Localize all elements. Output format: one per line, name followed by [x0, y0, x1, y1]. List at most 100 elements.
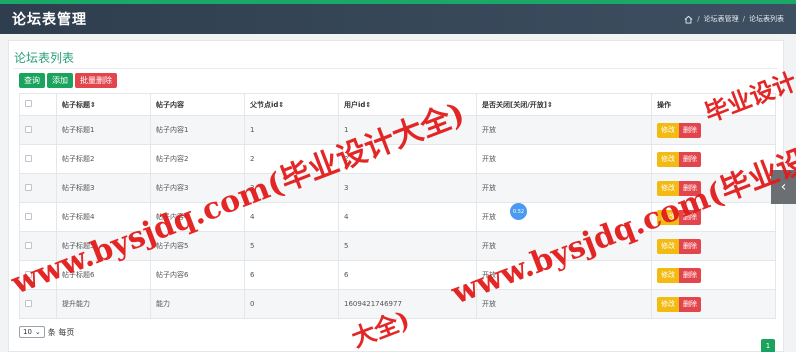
table-cell: 开放 — [476, 144, 652, 174]
row-checkbox[interactable] — [25, 154, 32, 162]
home-icon[interactable] — [684, 15, 693, 24]
row-checkbox[interactable] — [25, 212, 32, 220]
edit-button[interactable]: 修改 — [657, 238, 679, 254]
page-number-button[interactable]: 1 — [761, 339, 775, 352]
row-checkbox[interactable] — [25, 299, 32, 307]
actions-cell: 修改 删除 — [651, 231, 776, 261]
select-all-cell[interactable] — [19, 93, 57, 116]
query-button[interactable]: 查询 — [19, 73, 45, 88]
edit-button[interactable]: 修改 — [657, 209, 679, 225]
row-select-cell[interactable] — [19, 115, 57, 145]
forum-table: 帖子标题⇕ 帖子内容 父节点id⇕ 用户id⇕ 是否关闭[关闭/开放]⇕ 操作 … — [19, 93, 776, 319]
breadcrumb-separator: / — [742, 15, 745, 23]
edit-button[interactable]: 修改 — [657, 296, 679, 312]
table-row: 提升能力 能力 0 1609421746977 开放 修改 删除 — [19, 289, 776, 319]
table-row: 帖子标题5 帖子内容5 5 5 开放 修改 删除 — [19, 231, 776, 261]
row-select-cell[interactable] — [19, 173, 57, 203]
table-cell: 4 — [244, 202, 339, 232]
table-cell: 0 — [244, 289, 339, 319]
table-cell: 帖子内容5 — [150, 231, 245, 261]
add-button[interactable]: 添加 — [47, 73, 73, 88]
breadcrumb-item: 论坛表列表 — [749, 15, 784, 23]
column-header[interactable]: 是否关闭[关闭/开放]⇕ — [476, 93, 652, 116]
chevron-down-icon: ⌄ — [34, 328, 41, 336]
table-header-row: 帖子标题⇕ 帖子内容 父节点id⇕ 用户id⇕ 是否关闭[关闭/开放]⇕ 操作 — [19, 93, 776, 116]
edit-button[interactable]: 修改 — [657, 267, 679, 283]
table-cell: 5 — [338, 231, 477, 261]
delete-button[interactable]: 删除 — [679, 267, 701, 283]
row-select-cell[interactable] — [19, 202, 57, 232]
divider — [14, 68, 778, 69]
table-row: 帖子标题4 帖子内容4 4 4 开放 修改 删除 — [19, 202, 776, 232]
select-all-checkbox[interactable] — [25, 100, 32, 107]
actions-cell: 修改 删除 — [651, 260, 776, 290]
batch-delete-button[interactable]: 批量删除 — [75, 73, 117, 88]
side-collapse-tab[interactable]: ‹ — [771, 170, 796, 204]
actions-cell: 修改 删除 — [651, 202, 776, 232]
table-cell: 帖子内容6 — [150, 260, 245, 290]
page-title: 论坛表管理 — [12, 12, 87, 28]
table-cell: 开放 — [476, 115, 652, 145]
row-checkbox[interactable] — [25, 241, 32, 249]
breadcrumb-separator: / — [697, 15, 700, 23]
row-select-cell[interactable] — [19, 260, 57, 290]
column-header[interactable]: 帖子标题⇕ — [56, 93, 151, 116]
table-row: 帖子标题1 帖子内容1 1 1 开放 修改 删除 — [19, 115, 776, 145]
table-cell: 6 — [338, 260, 477, 290]
table-cell: 3 — [338, 173, 477, 203]
table-cell: 帖子内容3 — [150, 173, 245, 203]
row-select-cell[interactable] — [19, 231, 57, 261]
table-row: 帖子标题3 帖子内容3 3 3 开放 修改 删除 — [19, 173, 776, 203]
table-cell: 5 — [244, 231, 339, 261]
delete-button[interactable]: 删除 — [679, 122, 701, 138]
table-cell: 帖子标题3 — [56, 173, 151, 203]
row-checkbox[interactable] — [25, 125, 32, 133]
table-cell: 开放 — [476, 231, 652, 261]
chevron-left-icon: ‹ — [780, 179, 787, 195]
table-cell: 开放 — [476, 289, 652, 319]
delete-button[interactable]: 删除 — [679, 238, 701, 254]
actions-cell: 修改 删除 — [651, 115, 776, 145]
page-header: 论坛表管理 / 论坛表管理 / 论坛表列表 — [0, 4, 796, 34]
table-cell: 3 — [244, 173, 339, 203]
row-checkbox[interactable] — [25, 183, 32, 191]
row-select-cell[interactable] — [19, 144, 57, 174]
table-cell: 提升能力 — [56, 289, 151, 319]
delete-button[interactable]: 删除 — [679, 209, 701, 225]
column-header: 操作 — [651, 93, 776, 116]
table-row: 帖子标题6 帖子内容6 6 6 开放 修改 删除 — [19, 260, 776, 290]
breadcrumb-item[interactable]: 论坛表管理 — [704, 14, 739, 24]
card-title: 论坛表列表 — [14, 51, 75, 65]
table-row: 帖子标题2 帖子内容2 2 2 开放 修改 删除 — [19, 144, 776, 174]
table-cell: 开放 — [476, 202, 652, 232]
table-cell: 开放 — [476, 260, 652, 290]
content-card: 论坛表列表 查询 添加 批量删除 帖子标题⇕ 帖子内容 父节点id⇕ 用户id⇕… — [8, 40, 784, 352]
table-cell: 帖子标题2 — [56, 144, 151, 174]
column-header[interactable]: 父节点id⇕ — [244, 93, 339, 116]
floating-badge: 0.52 — [510, 203, 527, 220]
delete-button[interactable]: 删除 — [679, 151, 701, 167]
page-size-label: 条 每页 — [47, 327, 75, 337]
table-cell: 1 — [244, 115, 339, 145]
delete-button[interactable]: 删除 — [679, 180, 701, 196]
edit-button[interactable]: 修改 — [657, 151, 679, 167]
row-checkbox[interactable] — [25, 270, 32, 278]
table-cell: 帖子标题1 — [56, 115, 151, 145]
table-cell: 1 — [338, 115, 477, 145]
actions-cell: 修改 删除 — [651, 173, 776, 203]
page-size-select[interactable]: 10 ⌄ — [19, 326, 45, 338]
table-cell: 开放 — [476, 173, 652, 203]
column-header: 帖子内容 — [150, 93, 245, 116]
edit-button[interactable]: 修改 — [657, 122, 679, 138]
actions-cell: 修改 删除 — [651, 144, 776, 174]
table-cell: 帖子内容4 — [150, 202, 245, 232]
column-header[interactable]: 用户id⇕ — [338, 93, 477, 116]
page-size-value: 10 — [23, 328, 32, 336]
row-select-cell[interactable] — [19, 289, 57, 319]
table-cell: 帖子内容1 — [150, 115, 245, 145]
delete-button[interactable]: 删除 — [679, 296, 701, 312]
actions-cell: 修改 删除 — [651, 289, 776, 319]
table-cell: 2 — [338, 144, 477, 174]
edit-button[interactable]: 修改 — [657, 180, 679, 196]
pagination-size: 10 ⌄ 条 每页 — [19, 326, 74, 338]
